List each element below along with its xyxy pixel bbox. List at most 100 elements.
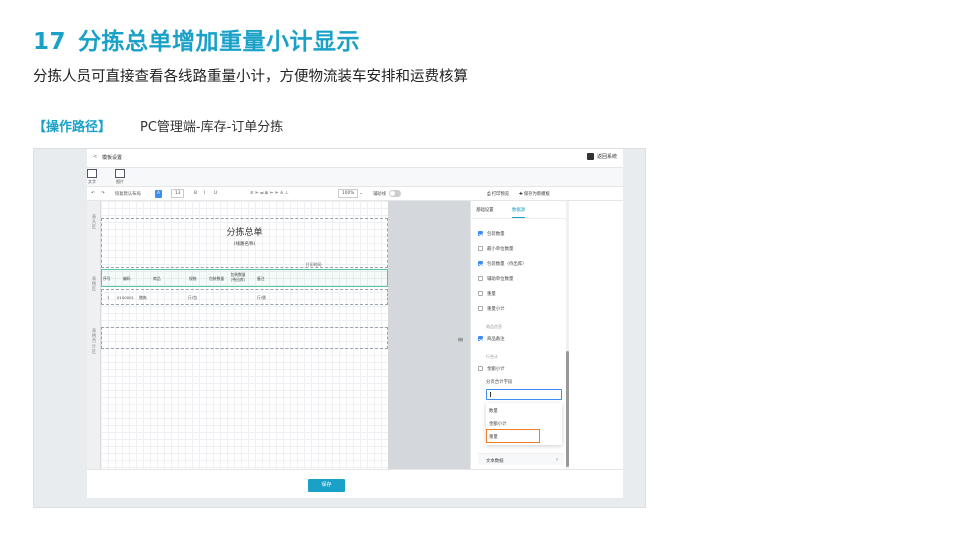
cell[interactable]: 斤/包 [188,295,197,301]
text-data-row[interactable]: 文本数据 › [478,453,564,465]
italic-button[interactable]: I [204,191,205,196]
save-button[interactable]: 保存 [308,479,345,492]
align-tools[interactable]: ≡ ⊫ ⫤ ≣ ⊨ ⊫ ≛ ⊥ [250,191,289,196]
design-canvas: 表头区 表格区 表格合计区 分拣总单 (线路名称) 打印时间: 序号 编码 商品… [87,201,470,469]
ruler-table: 表格区 [91,277,97,293]
font-size-input[interactable]: 13 [171,189,185,198]
slide-title: 17 分拣总单增加重量小计显示 [33,22,360,56]
print-preview-label: 打印预览 [491,191,509,197]
slide: 17 分拣总单增加重量小计显示 分拣人员可直接查看各线路重量小计，方便物流装车安排… [0,0,959,540]
path-label: 【操作路径】 [33,120,112,135]
dropdown-option-qty[interactable]: 数量 [489,408,498,414]
option-pack-qty-pending[interactable]: 包装数量（待出库） [478,261,527,267]
text-icon [87,169,97,178]
text-component-label: 文字 [88,179,96,184]
undo-icon[interactable]: ↶ [91,191,95,196]
ruler-header: 表头区 [91,215,97,231]
col-header[interactable]: 包装数量(待出库) [229,272,247,282]
option-min-unit[interactable]: 最小单位数量 [478,246,514,252]
option-amount-subtotal[interactable]: 金额小计 [478,366,505,372]
template-paper[interactable]: 分拣总单 (线路名称) 打印时间: 序号 编码 商品 规格 包装数量 包装数量(… [101,201,388,469]
doc-subtitle[interactable]: (线路名称) [101,241,388,247]
save-as-template-button[interactable]: ✚ 保存为新模板 [519,191,550,197]
app-screenshot: < 模板设置 返回系统 文字 图片 ↶ ↷ 恢复默认布局 A 13 B I U … [33,148,646,508]
path-text: PC管理端-库存-订单分拣 [140,120,284,135]
option-label: 包装数量 [487,232,505,237]
component-bar: 文字 图片 [87,168,623,187]
option-label: 包装数量（待出库） [487,262,527,267]
print-preview-button[interactable]: ⎙ 打印预览 [487,191,509,197]
format-toolbar: ↶ ↷ 恢复默认布局 A 13 B I U ≡ ⊫ ⫤ ≣ ⊨ ⊫ ≛ ⊥ 10… [87,187,623,201]
gridline-label: 辅助线 [373,191,386,197]
bold-button[interactable]: B [194,191,197,196]
save-as-label: 保存为新模板 [523,191,550,197]
return-label: 返回系统 [596,154,617,160]
checkbox[interactable] [478,261,483,266]
field-dropdown: 数量 金额小计 重量 [486,403,562,445]
checkbox[interactable] [478,336,483,341]
col-header[interactable]: 编码 [123,276,131,282]
col-header[interactable]: 备注 [257,276,265,282]
text-component[interactable]: 文字 [87,169,97,185]
image-component-label: 图片 [116,179,124,184]
option-label: 商品备注 [487,337,505,342]
chevron-right-icon: › [556,457,558,463]
option-aux-unit[interactable]: 辅助单位数量 [478,276,514,282]
option-label: 最小单位数量 [487,247,514,252]
checkbox[interactable] [478,231,483,236]
image-icon [115,169,125,178]
option-pack-qty[interactable]: 包装数量 [478,231,505,237]
zoom-caret-icon[interactable]: ⌄ [359,191,363,196]
app-window: < 模板设置 返回系统 文字 图片 ↶ ↷ 恢复默认布局 A 13 B I U … [87,149,623,498]
scrollbar-thumb[interactable] [566,351,569,467]
dropdown-option-amount[interactable]: 金额小计 [489,421,507,427]
cell[interactable]: 斤/袋 [257,295,266,301]
col-header[interactable]: 规格 [189,276,197,282]
bottom-bar: 保存 [87,469,623,498]
col-header[interactable]: 序号 [103,276,111,282]
option-goods-note[interactable]: 商品备注 [478,336,505,342]
font-color-button[interactable]: A [155,190,162,198]
back-icon[interactable]: < [93,154,97,160]
tab-datasource[interactable]: 数据源 [512,207,526,218]
page-total-field-input[interactable] [486,389,562,400]
option-weight-subtotal[interactable]: 重量小计 [478,306,505,312]
section-ruler: 表头区 表格区 表格合计区 [87,201,101,469]
cell[interactable]: 1 [107,295,109,300]
ruler-footer: 表格合计区 [91,329,97,355]
redo-icon[interactable]: ↷ [101,191,105,196]
doc-title[interactable]: 分拣总单 [101,225,388,238]
option-label: 辅助单位数量 [487,277,514,282]
panel-scrollbar[interactable] [566,201,569,469]
checkbox[interactable] [478,366,483,371]
highlight-box [486,429,540,443]
col-header[interactable]: 商品 [153,276,161,282]
section-goods-info: 商品信息 [486,324,502,329]
slide-subtitle: 分拣人员可直接查看各线路重量小计，方便物流装车安排和运费核算 [33,69,468,85]
zoom-select[interactable]: 100% [338,189,359,198]
return-system-button[interactable]: 返回系统 [586,153,617,160]
gridline-toggle[interactable] [389,190,401,197]
return-icon [586,153,594,160]
checkbox[interactable] [478,306,483,311]
option-label: 重量小计 [487,307,505,312]
option-weight[interactable]: 重量 [478,291,496,297]
print-time[interactable]: 打印时间: [306,262,322,268]
underline-button[interactable]: U [214,191,217,196]
footer-band[interactable] [101,327,388,349]
drag-handle-icon[interactable]: ≡ [457,336,464,344]
cell[interactable]: 猪肉 [139,295,147,301]
app-topbar: < 模板设置 返回系统 [87,149,623,168]
restore-layout-button[interactable]: 恢复默认布局 [115,191,141,197]
checkbox[interactable] [478,291,483,296]
tab-basic[interactable]: 基础设置 [476,207,494,213]
page-title: 模板设置 [102,155,123,161]
image-component[interactable]: 图片 [115,169,125,185]
col-header[interactable]: 包装数量 [209,276,224,282]
section-row-total: 行合计 [486,354,498,359]
checkbox[interactable] [478,276,483,281]
cell[interactable]: 0100001 [117,295,134,300]
text-data-label: 文本数据 [486,459,504,464]
panel-tabs: 基础设置 数据源 [471,201,567,219]
checkbox[interactable] [478,246,483,251]
